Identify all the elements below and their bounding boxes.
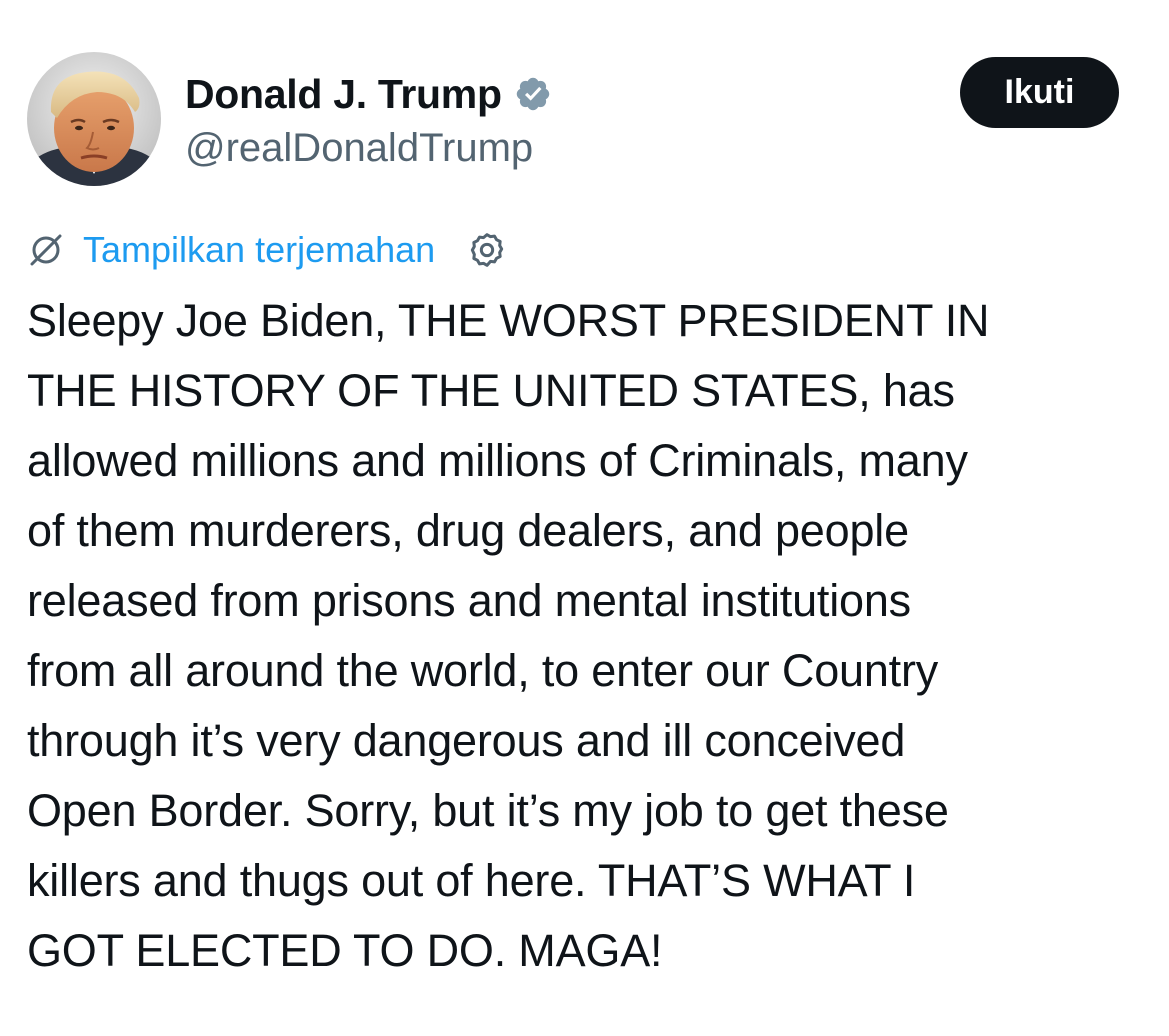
author-name-row: Donald J. Trump	[185, 64, 552, 124]
tweet-line: Sleepy Joe Biden, THE WORST PRESIDENT IN	[27, 295, 990, 346]
tweet-line: killers and thugs out of here. THAT’S WH…	[27, 855, 916, 906]
verified-badge-icon[interactable]	[514, 75, 552, 113]
tweet-line: THE HISTORY OF THE UNITED STATES, has	[27, 365, 955, 416]
author-avatar[interactable]	[27, 52, 161, 186]
follow-button[interactable]: Ikuti	[960, 57, 1119, 128]
translate-row: Tampilkan terjemahan	[27, 222, 507, 278]
show-translation-link[interactable]: Tampilkan terjemahan	[83, 229, 435, 271]
tweet-line: of them murderers, drug dealers, and peo…	[27, 505, 909, 556]
tweet-line: through it’s very dangerous and ill conc…	[27, 715, 906, 766]
gear-icon[interactable]	[467, 230, 507, 270]
tweet-line: allowed millions and millions of Crimina…	[27, 435, 968, 486]
tweet-body: Sleepy Joe Biden, THE WORST PRESIDENT IN…	[27, 286, 1147, 986]
tweet-card: Donald J. Trump @realDonaldTrump Ikuti T…	[0, 0, 1169, 1036]
author-handle[interactable]: @realDonaldTrump	[185, 126, 552, 171]
avatar-image	[27, 52, 161, 186]
author-display-name[interactable]: Donald J. Trump	[185, 71, 502, 118]
author-info: Donald J. Trump @realDonaldTrump	[185, 64, 552, 171]
tweet-line: Open Border. Sorry, but it’s my job to g…	[27, 785, 949, 836]
globe-slash-icon	[27, 231, 65, 269]
tweet-line: GOT ELECTED TO DO. MAGA!	[27, 925, 663, 976]
tweet-line: released from prisons and mental institu…	[27, 575, 911, 626]
tweet-line: from all around the world, to enter our …	[27, 645, 939, 696]
